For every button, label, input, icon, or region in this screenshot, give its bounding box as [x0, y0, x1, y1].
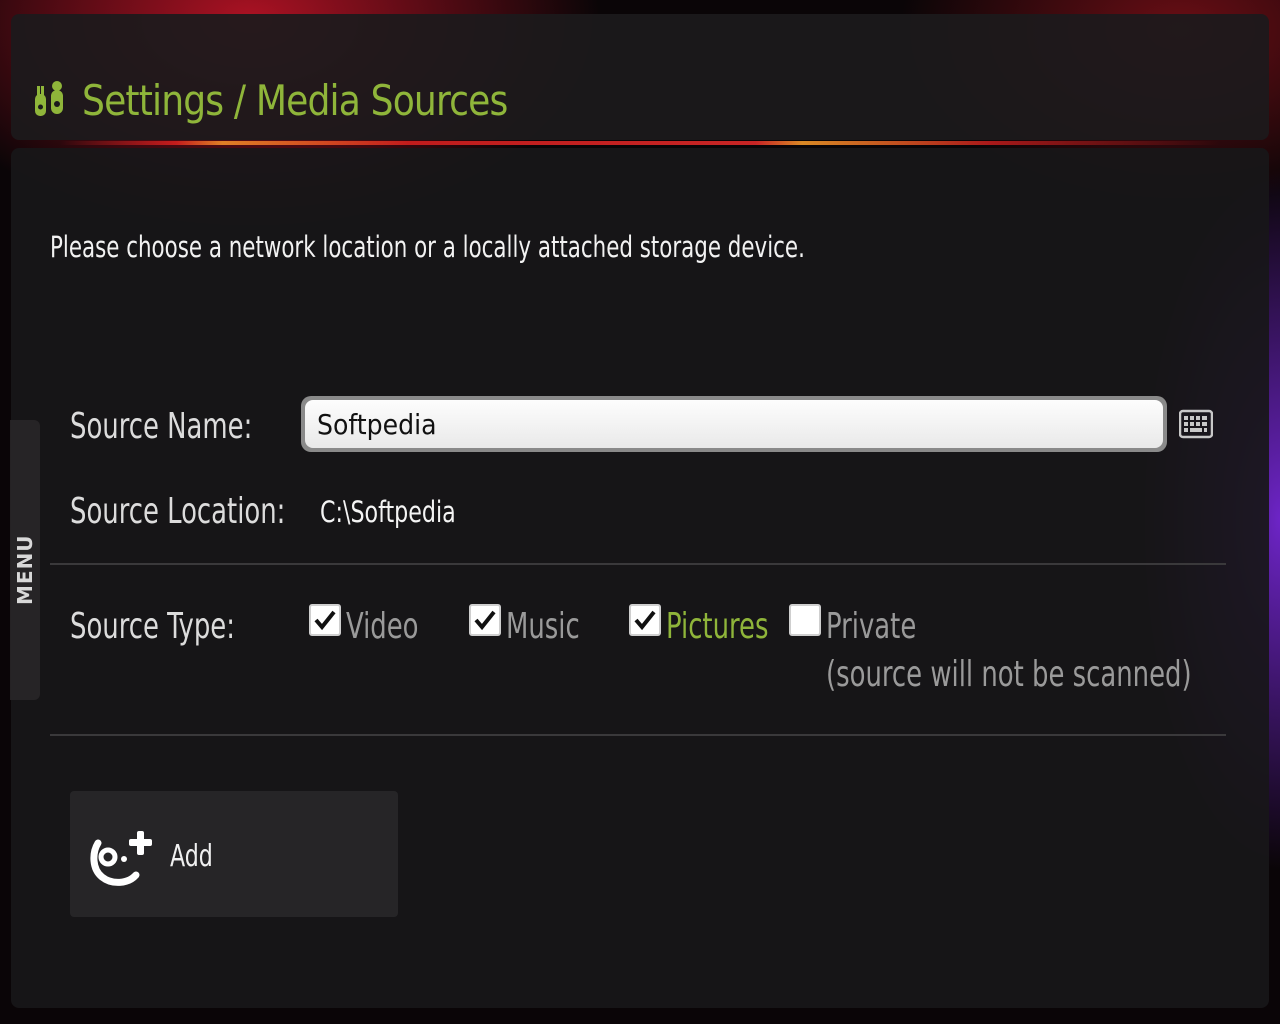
music-option-label[interactable]: Music: [506, 606, 580, 647]
settings-plugs-icon: [35, 81, 63, 116]
source-name-field-frame: [301, 396, 1167, 452]
music-checkbox[interactable]: [469, 604, 501, 636]
video-checkbox[interactable]: [309, 604, 341, 636]
source-name-label: Source Name:: [70, 406, 253, 447]
stage-light-strip: [60, 141, 1220, 145]
private-option-label[interactable]: Private: [826, 606, 916, 647]
source-location-value[interactable]: C:\Softpedia: [320, 495, 456, 529]
private-option-note: (source will not be scanned): [826, 654, 1192, 695]
source-type-label: Source Type:: [70, 606, 235, 647]
add-button[interactable]: Add: [70, 791, 398, 917]
checkmark-icon: [634, 610, 656, 631]
divider-bottom: [50, 734, 1226, 736]
add-button-label: Add: [170, 839, 213, 874]
checkmark-icon: [474, 610, 496, 631]
checkmark-icon: [314, 610, 336, 631]
source-location-label: Source Location:: [70, 491, 286, 532]
divider-top: [50, 563, 1226, 565]
private-checkbox[interactable]: [789, 604, 821, 636]
add-source-icon: [90, 831, 152, 886]
video-option-label[interactable]: Video: [346, 606, 419, 647]
keyboard-icon[interactable]: [1179, 409, 1213, 439]
pictures-checkbox[interactable]: [629, 604, 661, 636]
source-name-input[interactable]: [305, 400, 1163, 448]
pictures-option-label[interactable]: Pictures: [666, 606, 768, 647]
page-title: Settings / Media Sources: [82, 76, 508, 125]
instruction-text: Please choose a network location or a lo…: [50, 230, 805, 264]
side-menu-label[interactable]: MENU: [11, 525, 39, 615]
